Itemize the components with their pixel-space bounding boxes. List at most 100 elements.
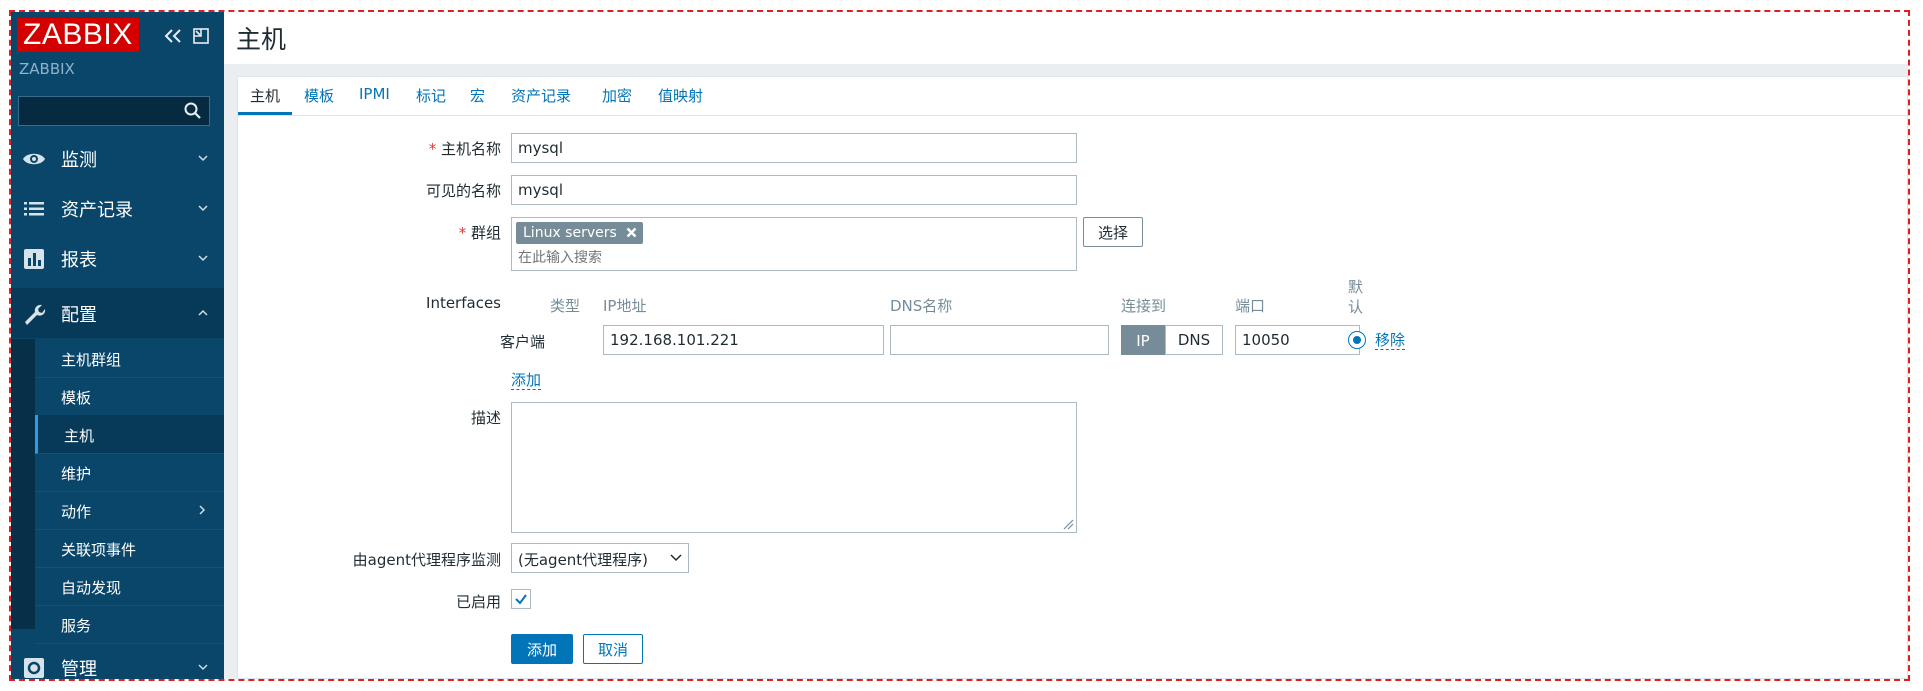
- host-form-panel: 主机 模板 IPMI 标记 宏 资产记录 加密 值映射 * 主机名称 可见的名称…: [237, 76, 1908, 679]
- interfaces-label: Interfaces: [426, 294, 501, 312]
- host-name-input[interactable]: [511, 133, 1077, 163]
- search-icon[interactable]: [183, 101, 203, 121]
- if-header-type: 类型: [550, 297, 581, 315]
- required-marker: *: [458, 224, 471, 242]
- description-textarea[interactable]: [511, 402, 1077, 533]
- sidebar: ZABBIX ZABBIX 监测 资产记录 报表 配置 主机群组 模板 主机 维…: [11, 12, 227, 680]
- zabbix-logo[interactable]: ZABBIX: [17, 18, 139, 52]
- tab-encryption[interactable]: 加密: [602, 85, 632, 106]
- tab-value-mapping[interactable]: 值映射: [658, 85, 703, 106]
- menu-monitoring[interactable]: 监测: [11, 133, 224, 183]
- submenu-maintenance[interactable]: 维护: [35, 453, 224, 492]
- chevron-down-icon: [198, 205, 208, 212]
- checkmark-icon: [515, 594, 527, 605]
- submenu-hosts[interactable]: 主机: [35, 415, 227, 454]
- interface-ip-input[interactable]: [603, 325, 884, 355]
- list-icon: [24, 202, 44, 216]
- add-button[interactable]: 添加: [511, 634, 573, 664]
- radio-dot: [1353, 336, 1361, 344]
- default-interface-radio[interactable]: [1348, 331, 1366, 349]
- title-bar: 主机: [224, 12, 1908, 64]
- menu-inventory[interactable]: 资产记录: [11, 183, 224, 233]
- sidebar-search: [18, 96, 210, 126]
- menu-monitoring-label: 监测: [61, 150, 97, 171]
- host-name-label-text: 主机名称: [440, 140, 501, 158]
- tab-macros[interactable]: 宏: [470, 85, 485, 106]
- tab-host[interactable]: 主机: [250, 85, 280, 106]
- groups-label: * 群组: [201, 222, 501, 243]
- if-header-dns: DNS名称: [890, 297, 953, 315]
- main-content: 主机 主机 模板 IPMI 标记 宏 资产记录 加密 值映射 * 主机名称 可见…: [224, 12, 1908, 679]
- menu-administration[interactable]: 管理: [11, 642, 224, 680]
- tab-templates[interactable]: 模板: [304, 85, 334, 106]
- groups-multiselect: Linux servers: [511, 217, 1077, 271]
- submenu-label: 主机群组: [61, 351, 122, 369]
- menu-configuration[interactable]: 配置: [11, 288, 224, 338]
- enabled-label: 已启用: [455, 593, 501, 611]
- chevron-down-icon: [670, 554, 682, 562]
- description-label: 描述: [470, 409, 501, 427]
- page-title: 主机: [236, 25, 287, 54]
- cancel-button[interactable]: 取消: [583, 634, 643, 664]
- submenu-label: 维护: [61, 465, 92, 483]
- app-window: ZABBIX ZABBIX 监测 资产记录 报表 配置 主机群组 模板 主机 维…: [9, 10, 1910, 681]
- interface-type-label: 客户端: [499, 333, 545, 351]
- submenu-host-groups[interactable]: 主机群组: [35, 339, 224, 378]
- submenu-actions[interactable]: 动作: [35, 491, 224, 530]
- tab-tags[interactable]: 标记: [416, 85, 446, 106]
- menu-configuration-label: 配置: [61, 305, 97, 326]
- remove-chip-icon[interactable]: [626, 227, 637, 238]
- search-input[interactable]: [19, 97, 191, 125]
- active-tab-indicator: [238, 112, 292, 115]
- connect-ip-toggle[interactable]: IP: [1121, 325, 1165, 355]
- menu-reports[interactable]: 报表: [11, 233, 224, 283]
- if-header-default: 默认: [1348, 278, 1364, 316]
- eye-icon: [23, 153, 45, 165]
- if-header-connect-to: 连接到: [1121, 297, 1167, 315]
- add-interface-link[interactable]: 添加: [511, 371, 542, 390]
- proxy-label: 由agent代理程序监测: [352, 551, 501, 569]
- chevron-right-icon: [199, 505, 206, 515]
- tab-ipmi[interactable]: IPMI: [359, 85, 390, 103]
- tab-bar: 主机 模板 IPMI 标记 宏 资产记录 加密 值映射: [238, 77, 1907, 116]
- resize-grip-icon[interactable]: [1062, 518, 1074, 530]
- submenu-label: 模板: [61, 389, 92, 407]
- menu-administration-label: 管理: [61, 659, 97, 680]
- proxy-select[interactable]: (无agent代理程序): [511, 543, 689, 573]
- interface-dns-input[interactable]: [890, 325, 1109, 355]
- submenu-label: 自动发现: [61, 579, 122, 597]
- host-name-label: * 主机名称: [201, 138, 501, 159]
- submenu-label: 关联项事件: [61, 541, 137, 559]
- remove-interface-link[interactable]: 移除: [1375, 331, 1406, 350]
- groups-search-input[interactable]: [516, 248, 1020, 268]
- interface-port-input[interactable]: [1235, 325, 1360, 355]
- tab-inventory[interactable]: 资产记录: [511, 85, 571, 106]
- gear-icon: [24, 658, 44, 678]
- submenu-templates[interactable]: 模板: [35, 377, 224, 416]
- group-chip: Linux servers: [516, 222, 643, 244]
- logo-row: ZABBIX: [17, 18, 217, 54]
- group-chip-label: Linux servers: [523, 225, 617, 241]
- menu-reports-label: 报表: [61, 250, 97, 271]
- if-header-port: 端口: [1235, 297, 1266, 315]
- server-name: ZABBIX: [19, 60, 75, 78]
- chevron-down-icon: [198, 255, 208, 262]
- submenu-services[interactable]: 服务: [35, 605, 224, 644]
- enabled-checkbox[interactable]: [511, 589, 531, 609]
- connect-dns-toggle[interactable]: DNS: [1165, 325, 1223, 355]
- submenu-label: 主机: [64, 427, 95, 445]
- required-marker: *: [428, 140, 441, 158]
- submenu-accent: [11, 339, 35, 629]
- if-header-ip: IP地址: [603, 297, 647, 315]
- groups-label-text: 群组: [470, 224, 501, 242]
- submenu-label: 服务: [61, 617, 92, 635]
- kiosk-mode-icon[interactable]: [189, 24, 213, 48]
- submenu-discovery[interactable]: 自动发现: [35, 567, 224, 606]
- collapse-sidebar-icon[interactable]: [161, 24, 185, 48]
- visible-name-input[interactable]: [511, 175, 1077, 205]
- menu-inventory-label: 资产记录: [61, 200, 133, 221]
- select-groups-button[interactable]: 选择: [1083, 217, 1143, 247]
- chevron-down-icon: [198, 664, 208, 671]
- submenu-event-correlation[interactable]: 关联项事件: [35, 529, 224, 568]
- proxy-select-value: (无agent代理程序): [518, 551, 649, 569]
